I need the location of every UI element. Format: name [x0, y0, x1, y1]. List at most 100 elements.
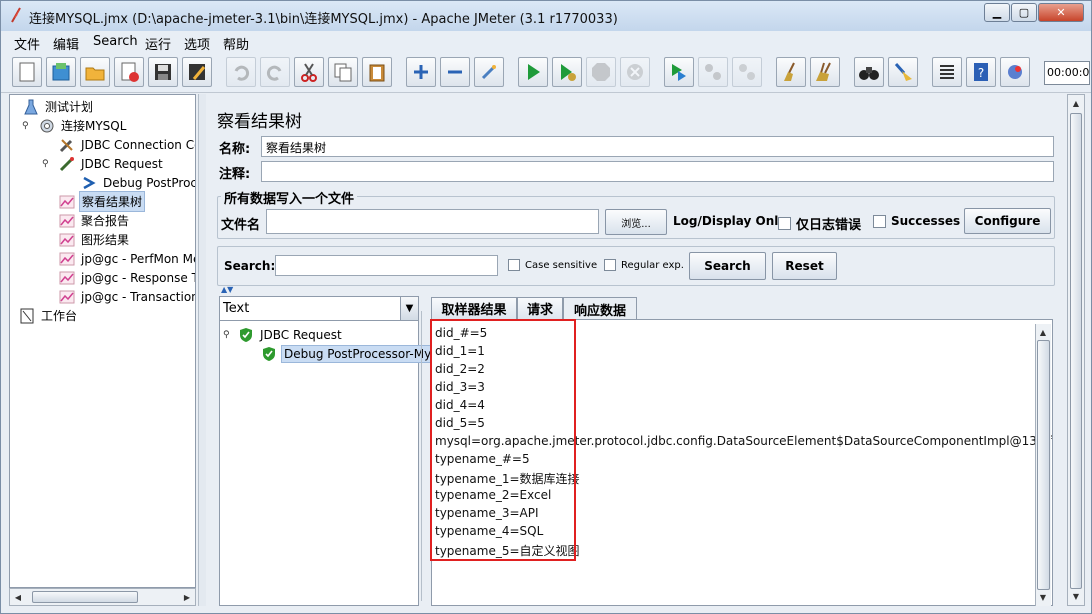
comment-field[interactable]	[261, 161, 1054, 182]
result-item-debug-postprocessor[interactable]: Debug PostProcessor-MySQL	[260, 344, 458, 363]
successes-checkbox[interactable]: Successes	[873, 214, 960, 228]
tab-sampler-result[interactable]: 取样器结果	[431, 297, 517, 319]
start-no-pauses-button[interactable]	[552, 57, 582, 87]
collapse-all-button[interactable]	[440, 57, 470, 87]
toggle-button[interactable]	[474, 57, 504, 87]
response-line: mysql=org.apache.jmeter.protocol.jdbc.co…	[435, 434, 1053, 448]
test-plan-tree[interactable]: 测试计划 ⚲ 连接MYSQL JDBC Connection Configura…	[9, 94, 196, 588]
tree-item-label: 聚合报告	[81, 214, 130, 228]
close-button[interactable]: ✕	[1038, 3, 1084, 22]
tree-item-label: jp@gc - PerfMon Metrics Collector	[81, 251, 195, 266]
redo-button[interactable]	[260, 57, 290, 87]
scrollbar-thumb[interactable]	[32, 591, 138, 603]
reset-button[interactable]: Reset	[772, 252, 837, 280]
menu-edit[interactable]: 编辑	[53, 34, 79, 53]
tree-item-debug-postprocessor[interactable]: Debug PostProcessor	[80, 173, 195, 192]
tree-item-jdbc-request[interactable]: ⚲ JDBC Request	[42, 154, 165, 173]
tree-item-graph-results[interactable]: 图形结果	[58, 230, 131, 249]
checkbox-box[interactable]	[778, 217, 791, 230]
case-sensitive-checkbox[interactable]: Case sensitive	[508, 259, 597, 271]
minimize-button[interactable]: ▁	[984, 3, 1010, 22]
save-as-button[interactable]	[182, 57, 212, 87]
response-vertical-scrollbar[interactable]: ▲ ▼	[1035, 324, 1051, 606]
templates-button[interactable]	[46, 57, 76, 87]
scroll-up-icon[interactable]: ▲	[1069, 96, 1083, 110]
menu-run[interactable]: 运行	[145, 34, 171, 53]
checkbox-box[interactable]	[508, 259, 520, 271]
response-data-area[interactable]: did_#=5 did_1=1 did_2=2 did_3=3 did_4=4 …	[431, 319, 1053, 606]
redo-icon	[266, 65, 282, 81]
start-button[interactable]	[518, 57, 548, 87]
stop-button[interactable]	[586, 57, 616, 87]
menu-help[interactable]: 帮助	[223, 34, 249, 53]
tree-item-perfmon[interactable]: jp@gc - PerfMon Metrics Collector	[58, 249, 195, 268]
renderer-select[interactable]: Text ▼	[220, 297, 418, 321]
checkbox-box[interactable]	[873, 214, 886, 228]
remote-shutdown-icon	[739, 64, 755, 80]
tree-item-view-results-tree[interactable]: 察看结果树	[58, 191, 146, 212]
tree-item-test-plan[interactable]: 测试计划	[22, 97, 95, 116]
results-tree[interactable]: Text ▼ ⚲ JDBC Request Debug PostProcesso…	[219, 296, 458, 606]
panel-vertical-scrollbar[interactable]: ▲ ▼	[1067, 94, 1085, 606]
reset-search-button[interactable]	[888, 57, 918, 87]
tree-item-transactions[interactable]: jp@gc - Transactions per Second	[58, 287, 195, 306]
filename-field[interactable]	[266, 209, 599, 234]
save-button[interactable]	[148, 57, 178, 87]
scroll-right-icon[interactable]: ▶	[180, 590, 194, 604]
menu-options[interactable]: 选项	[184, 34, 210, 53]
pane-splitter[interactable]	[198, 94, 206, 606]
shutdown-button[interactable]	[620, 57, 650, 87]
copy-button[interactable]	[328, 57, 358, 87]
expand-all-button[interactable]	[406, 57, 436, 87]
tree-horizontal-scrollbar[interactable]: ◀ ▶	[9, 588, 196, 606]
tree-item-aggregate-report[interactable]: 聚合报告	[58, 211, 131, 230]
menu-file[interactable]: 文件	[14, 34, 40, 53]
clear-all-button[interactable]	[810, 57, 840, 87]
maximize-button[interactable]: ▢	[1011, 3, 1037, 22]
search-button[interactable]: Search	[689, 252, 766, 280]
search-input[interactable]	[275, 255, 498, 276]
split-collapse-icon[interactable]: ▲▼	[221, 285, 233, 294]
clear-button[interactable]	[776, 57, 806, 87]
errors-only-checkbox[interactable]: 仅日志错误	[778, 214, 861, 233]
results-splitter[interactable]	[421, 311, 427, 601]
success-shield-icon	[237, 327, 255, 343]
tree-item-thread-group[interactable]: ⚲ 连接MYSQL	[22, 116, 128, 135]
result-item-jdbc-request[interactable]: ⚲ JDBC Request	[223, 325, 344, 344]
tab-request[interactable]: 请求	[517, 297, 563, 319]
remote-stop-button[interactable]	[698, 57, 728, 87]
menu-search[interactable]: Search	[93, 34, 138, 49]
regex-checkbox[interactable]: Regular exp.	[604, 259, 684, 271]
chevron-down-icon[interactable]: ▼	[400, 297, 418, 320]
tab-response-data[interactable]: 响应数据	[563, 297, 637, 320]
tree-item-workbench[interactable]: 工作台	[18, 306, 79, 325]
remote-start-button[interactable]	[664, 57, 694, 87]
scrollbar-thumb[interactable]	[1070, 113, 1082, 589]
cut-button[interactable]	[294, 57, 324, 87]
new-button[interactable]	[12, 57, 42, 87]
help-button[interactable]: ?	[966, 57, 996, 87]
browse-button[interactable]: 浏览...	[605, 209, 667, 235]
name-field[interactable]: 察看结果树	[261, 136, 1054, 157]
tree-expand-icon[interactable]: ⚲	[22, 121, 38, 131]
checkbox-box[interactable]	[604, 259, 616, 271]
scroll-up-icon[interactable]: ▲	[1036, 325, 1050, 339]
tree-item-response-times[interactable]: jp@gc - Response Times Over Time	[58, 268, 195, 287]
log-viewer-button[interactable]	[1000, 57, 1030, 87]
tree-item-jdbc-connection[interactable]: JDBC Connection Configuration	[58, 135, 195, 154]
scroll-down-icon[interactable]: ▼	[1036, 590, 1050, 604]
search-toolbar-button[interactable]	[854, 57, 884, 87]
function-helper-button[interactable]	[932, 57, 962, 87]
configure-button[interactable]: Configure	[964, 208, 1051, 234]
undo-button[interactable]	[226, 57, 256, 87]
close-file-button[interactable]	[114, 57, 144, 87]
tree-expand-icon[interactable]: ⚲	[42, 159, 58, 169]
paste-button[interactable]	[362, 57, 392, 87]
scroll-down-icon[interactable]: ▼	[1069, 589, 1083, 603]
tree-expand-icon[interactable]: ⚲	[223, 330, 237, 340]
remote-shutdown-button[interactable]	[732, 57, 762, 87]
scrollbar-thumb[interactable]	[1037, 340, 1050, 590]
open-button[interactable]	[80, 57, 110, 87]
scroll-left-icon[interactable]: ◀	[11, 590, 25, 604]
workbench-icon	[18, 308, 36, 324]
